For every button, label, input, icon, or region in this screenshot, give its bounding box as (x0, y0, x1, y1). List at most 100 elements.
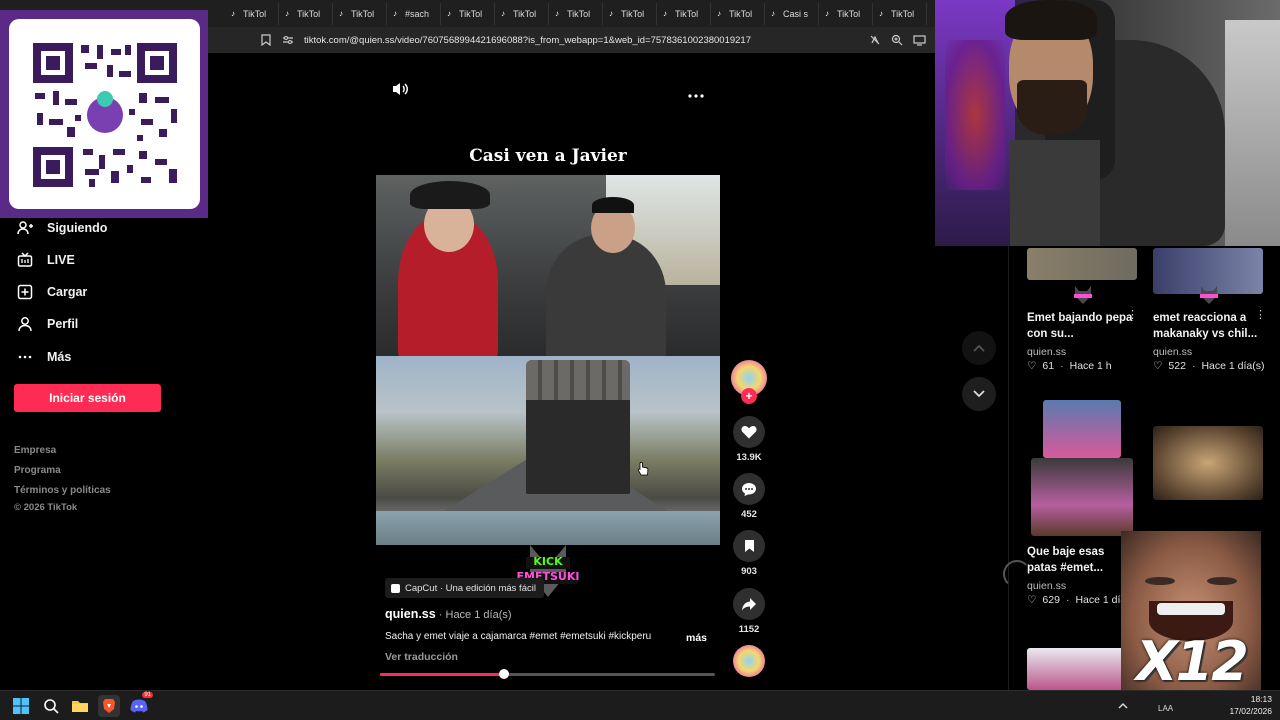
reader-off-icon[interactable] (867, 32, 883, 48)
qr-code-image (33, 43, 177, 187)
kick-logo-icon (1071, 286, 1095, 304)
tiktok-icon: ♪ (339, 8, 343, 18)
windows-taskbar: 91 LAA 18:13 17/02/2026 (0, 690, 1280, 720)
search-icon[interactable] (40, 695, 62, 717)
comment-icon[interactable] (733, 473, 765, 505)
footer-copyright: © 2026 TikTok (14, 502, 78, 513)
share-count: 1152 (738, 624, 760, 635)
sidebar-item-profile[interactable]: Perfil (17, 316, 78, 332)
tiktok-icon: ♪ (231, 8, 235, 18)
tiktok-icon: ♪ (825, 8, 829, 18)
video-menu-icon[interactable]: ⋮ (1255, 308, 1266, 321)
show-hidden-icons-chevron-icon[interactable] (1112, 695, 1134, 717)
like-count: 13.9K (736, 452, 762, 463)
browser-tab[interactable]: ♪ TikTol (495, 2, 549, 25)
zoom-icon[interactable] (889, 32, 905, 48)
sidebar-item-live[interactable]: LIVE (17, 252, 75, 268)
tiktok-icon: ♪ (771, 8, 775, 18)
cast-icon[interactable] (911, 32, 927, 48)
recommended-video-title[interactable]: Emet bajando pepa con su... (1027, 310, 1137, 342)
previous-video-button[interactable] (962, 331, 996, 365)
url-field[interactable]: tiktok.com/@quien.ss/video/7607568994421… (304, 35, 751, 46)
upload-icon (17, 284, 33, 300)
recommended-video-author[interactable]: quien.ss (1153, 346, 1192, 358)
share-action[interactable]: 1152 (733, 588, 765, 635)
following-icon (17, 220, 33, 236)
video-thumbnail[interactable] (1031, 458, 1133, 536)
browser-tab[interactable]: ♪ TikTol (549, 2, 603, 25)
browser-tab[interactable]: ♪ TikTol (819, 2, 873, 25)
video-thumbnail[interactable] (1027, 248, 1137, 280)
video-thumbnail[interactable] (1153, 426, 1263, 500)
browser-tab[interactable]: ♪ TikTol (711, 2, 765, 25)
share-icon[interactable] (733, 588, 765, 620)
footer-link-company[interactable]: Empresa (14, 445, 56, 456)
progress-handle[interactable] (498, 669, 509, 679)
discord-icon[interactable]: 91 (128, 692, 153, 717)
sidebar-item-upload[interactable]: Cargar (17, 284, 87, 300)
video-frame-car[interactable] (376, 175, 720, 356)
brave-browser-icon[interactable] (98, 695, 120, 717)
sidebar-item-following[interactable]: Siguiendo (17, 220, 107, 236)
browser-tab[interactable]: ♪ TikTol (333, 2, 387, 25)
video-progress-bar[interactable] (380, 669, 715, 679)
recommended-video-title[interactable]: emet reacciona a makanaky vs chil... (1153, 310, 1263, 342)
browser-tab[interactable]: ♪ #sach (387, 2, 441, 25)
tiktok-icon: ♪ (609, 8, 613, 18)
discord-notification-badge: 91 (142, 692, 153, 698)
next-video-button[interactable] (962, 377, 996, 411)
heart-outline-icon: ♡ (1153, 360, 1163, 372)
footer-link-program[interactable]: Programa (14, 465, 61, 476)
see-translation-link[interactable]: Ver traducción (385, 651, 458, 663)
video-frame-road[interactable] (376, 356, 720, 545)
multiplier-overlay-text: X12 (1136, 630, 1249, 693)
browser-tab[interactable]: ♪ TikTol (603, 2, 657, 25)
clock-date[interactable]: 17/02/2026 (1226, 706, 1272, 716)
author-name[interactable]: quien.ss (385, 607, 436, 621)
tiktok-icon: ♪ (285, 8, 289, 18)
bookmark-icon[interactable] (733, 530, 765, 562)
browser-tab[interactable]: ♪ TikTol (873, 2, 927, 25)
more-icon (17, 349, 33, 365)
description-more-link[interactable]: más (686, 632, 707, 644)
video-options-icon[interactable] (688, 86, 704, 104)
comment-count: 452 (741, 509, 757, 520)
browser-tab-active[interactable]: ♪ Casi s (765, 2, 819, 25)
file-explorer-icon[interactable] (69, 695, 91, 717)
video-thumbnail[interactable] (1043, 400, 1121, 458)
windows-start-icon[interactable] (10, 695, 32, 717)
heart-icon[interactable] (733, 416, 765, 448)
heart-outline-icon: ♡ (1027, 360, 1037, 372)
browser-tab[interactable]: ♪ TikTol (225, 2, 279, 25)
browser-tab[interactable]: ♪ TikTol (279, 2, 333, 25)
sidebar-item-more[interactable]: Más (17, 349, 71, 365)
recommended-video-meta: ♡ 522 · Hace 1 día(s) (1153, 360, 1265, 372)
browser-tab[interactable]: ♪ TikTol (441, 2, 495, 25)
volume-icon[interactable] (391, 81, 409, 102)
bookmark-icon[interactable] (258, 32, 274, 48)
like-action[interactable]: 13.9K (733, 416, 765, 463)
footer-link-terms[interactable]: Términos y políticas (14, 485, 111, 496)
mouse-cursor-icon (637, 461, 649, 482)
follow-plus-icon[interactable]: + (741, 388, 757, 404)
qr-code-card (9, 19, 200, 209)
tiktok-icon: ♪ (447, 8, 451, 18)
music-disc-icon[interactable] (733, 645, 765, 677)
save-action[interactable]: 903 (733, 530, 765, 577)
capcut-badge[interactable]: CapCut · Una edición más fácil (385, 578, 544, 598)
profile-icon (17, 316, 33, 332)
site-settings-icon[interactable] (280, 32, 296, 48)
video-author[interactable]: quien.ss · Hace 1 día(s) (385, 607, 512, 621)
recommended-video-meta: ♡ 61 · Hace 1 h (1027, 360, 1112, 372)
comment-action[interactable]: 452 (733, 473, 765, 520)
recommended-video-author[interactable]: quien.ss (1027, 580, 1066, 592)
recommended-video-author[interactable]: quien.ss (1027, 346, 1066, 358)
clock-time[interactable]: 18:13 (1242, 694, 1272, 704)
login-button[interactable]: Iniciar sesión (14, 384, 161, 412)
tiktok-icon: ♪ (555, 8, 559, 18)
browser-tab[interactable]: ♪ TikTol (657, 2, 711, 25)
loading-spinner-icon (1003, 560, 1031, 588)
video-menu-icon[interactable]: ⋮ (1127, 308, 1138, 321)
tiktok-icon: ♪ (717, 8, 721, 18)
keyboard-language[interactable]: LAA (1158, 704, 1173, 713)
